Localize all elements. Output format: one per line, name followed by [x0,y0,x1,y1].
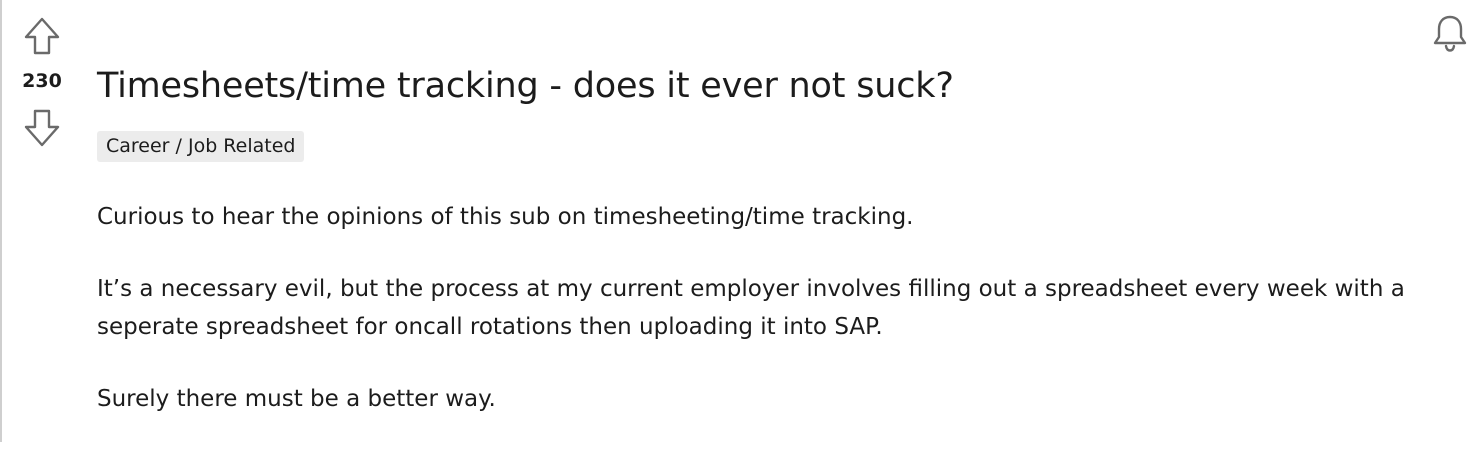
vote-count: 230 [22,70,62,92]
bell-icon [1433,15,1467,52]
upvote-button[interactable] [20,14,64,58]
post-paragraph: Surely there must be a better way. [97,386,496,412]
vote-column: 230 [12,14,72,150]
post-body: Curious to hear the opinions of this sub… [97,198,1427,452]
downvote-button[interactable] [20,106,64,150]
post-left-border [0,0,2,442]
arrow-up-outline-icon [24,17,60,55]
post-paragraph: Curious to hear the opinions of this sub… [97,204,914,230]
notifications-button[interactable] [1428,10,1472,54]
post-flair[interactable]: Career / Job Related [97,131,305,162]
post-paragraph: It’s a necessary evil, but the process a… [97,276,1405,340]
arrow-down-outline-icon [24,109,60,147]
post-title[interactable]: Timesheets/time tracking - does it ever … [97,66,954,106]
